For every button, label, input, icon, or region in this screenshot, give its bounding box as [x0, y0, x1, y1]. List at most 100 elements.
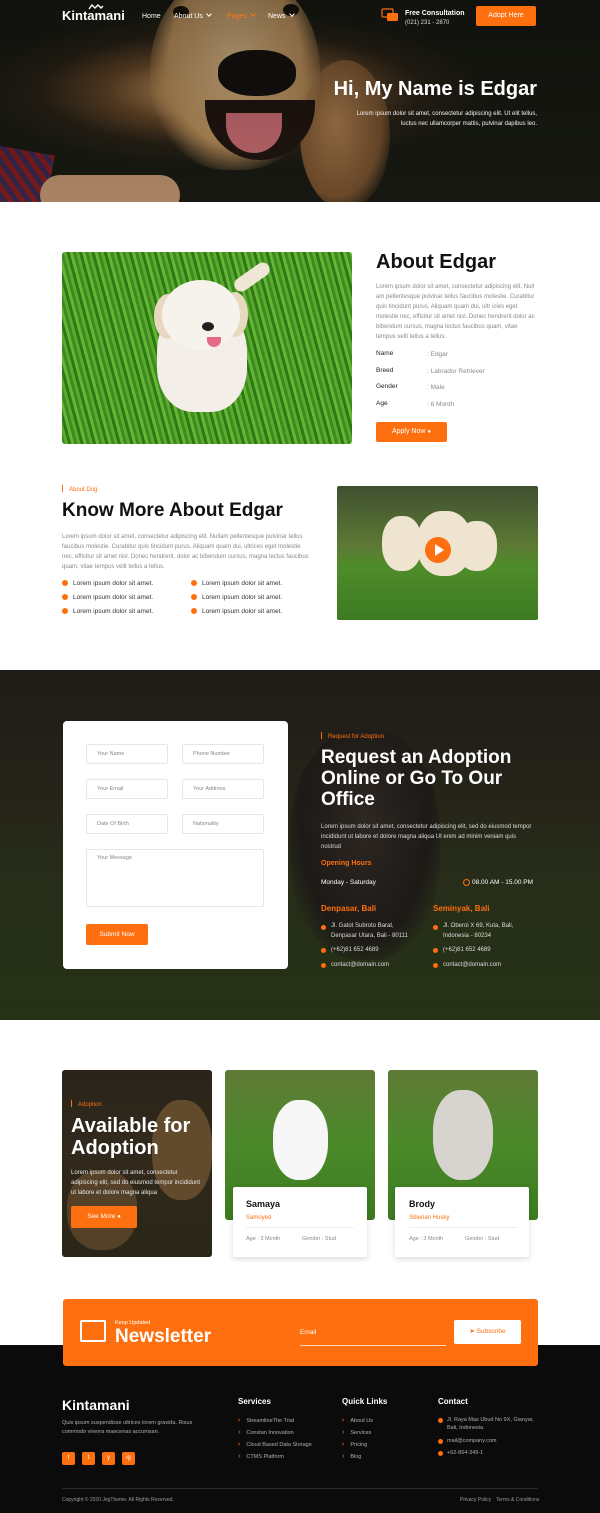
office-title-seminyak: Seminyak, Bali [433, 904, 490, 913]
footer-contact-title: Contact [438, 1397, 468, 1406]
office-title-denpasar: Denpasar, Bali [321, 904, 377, 913]
video-dog-1 [382, 516, 422, 571]
footer-link[interactable]: Services [342, 1429, 371, 1436]
detail-label-gender: Gender [376, 383, 398, 390]
clock-icon [463, 879, 470, 886]
adoption-title: Available for Adoption [71, 1115, 191, 1159]
subscribe-button[interactable]: ➤ Subscribe [454, 1320, 521, 1344]
pet-age: Age : 3 Month [246, 1236, 281, 1242]
copyright-text: Copyright © 2020 JegTheme. All Rights Re… [62, 1497, 174, 1503]
pet-name[interactable]: Samaya [246, 1199, 280, 1209]
office-email[interactable]: contact@domain.com [331, 960, 389, 970]
hero-title: Hi, My Name is Edgar [333, 78, 537, 100]
pet-breed: Samoyed [246, 1215, 272, 1221]
detail-value-breed: : Labrador Retriever [427, 368, 485, 375]
mail-icon [433, 963, 438, 968]
date-of-birth-field[interactable]: Date Of Birth [86, 814, 168, 834]
footer-link[interactable]: Cloud Based Data Storage [238, 1441, 311, 1448]
footer-email[interactable]: mail@company.com [447, 1437, 542, 1445]
footer-link[interactable]: About Us [342, 1417, 373, 1424]
see-more-button[interactable]: See More ● [71, 1206, 137, 1228]
list-item: Lorem ipsum dolor sit amet. [62, 594, 153, 601]
phone-icon [433, 948, 438, 953]
office-address-line: Denpasar Utara, Bali - 80111 [331, 933, 408, 939]
opening-hours-title: Opening Hours [321, 860, 372, 867]
location-pin-icon [438, 1418, 443, 1423]
pet-gender: Gender : Stud [465, 1236, 500, 1242]
office-phone[interactable]: (+62)81 652 4689 [443, 945, 491, 955]
chat-icon [381, 8, 398, 21]
send-icon: ➤ [469, 1328, 475, 1335]
message-field[interactable]: Your Message [86, 849, 264, 907]
footer-link[interactable]: Constan Innovation [238, 1429, 293, 1436]
newsletter-email-input[interactable]: Email [300, 1326, 446, 1346]
phone-icon [321, 948, 326, 953]
address-field[interactable]: Your Address [182, 779, 264, 799]
youtube-icon[interactable]: y [102, 1452, 115, 1465]
location-pin-icon [433, 925, 438, 930]
adoption-promo-overlay [62, 1070, 212, 1257]
name-field[interactable]: Your Name [86, 744, 168, 764]
pet-age: Age : 3 Month [409, 1236, 444, 1242]
know-more-text: Lorem ipsum dolor sit amet, consectetur … [62, 534, 309, 570]
footer-link[interactable]: Pricing [342, 1441, 367, 1448]
footer-phone[interactable]: +62-864-349-1 [447, 1449, 542, 1457]
pet-name[interactable]: Brody [409, 1199, 435, 1209]
consultation-phone[interactable]: (021) 231 - 2870 [405, 20, 449, 26]
pet-card-brody[interactable] [395, 1187, 529, 1257]
email-field[interactable]: Your Email [86, 779, 168, 799]
office-phone[interactable]: (+62)81 652 4689 [331, 945, 379, 955]
video-dog-3 [457, 521, 497, 571]
privacy-policy-link[interactable]: Privacy Policy [460, 1497, 491, 1503]
phone-field[interactable]: Phone Number [182, 744, 264, 764]
nationality-field[interactable]: Nationality [182, 814, 264, 834]
samoyed-dog [273, 1100, 328, 1180]
footer-link[interactable]: StreamlineThe Trial [238, 1417, 294, 1424]
footer-logo[interactable]: Kintamani [62, 1397, 130, 1413]
puppy-head [162, 280, 240, 350]
adopt-here-button[interactable]: Adopt Here [476, 6, 536, 26]
instagram-icon[interactable]: ig [122, 1452, 135, 1465]
paw-icon [191, 608, 197, 614]
paw-icon [62, 580, 68, 586]
nav-item-about-us[interactable]: About Us [174, 11, 212, 20]
pet-gender: Gender : Stud [302, 1236, 337, 1242]
site-logo[interactable]: Kintamani [62, 8, 125, 23]
hero-overlay [0, 0, 600, 202]
list-item-text: Lorem ipsum dolor sit amet. [73, 608, 154, 615]
terms-link[interactable]: Terms & Conditions [496, 1497, 539, 1503]
phone-icon [438, 1451, 443, 1456]
nav-item-news[interactable]: News [268, 11, 295, 20]
detail-label-name: Name [376, 350, 394, 357]
mail-icon [80, 1320, 106, 1342]
footer-link[interactable]: CTMS Platform [238, 1453, 284, 1460]
nav-item-label: Pages [227, 13, 247, 20]
pet-card-samaya[interactable] [233, 1187, 367, 1257]
apply-now-label: Apply Now [391, 428, 426, 435]
facebook-icon[interactable]: f [62, 1452, 75, 1465]
office-email[interactable]: contact@domain.com [443, 960, 501, 970]
see-more-label: See More [87, 1213, 116, 1220]
about-text: Lorem ipsum dolor sit amet, consectetur … [376, 284, 535, 340]
list-item: Lorem ipsum dolor sit amet. [62, 580, 153, 587]
section-tag: Adoption [71, 1100, 102, 1108]
nav-item-pages[interactable]: Pages [227, 11, 256, 20]
opening-time: 08.00 AM - 15.00 PM [472, 879, 534, 886]
list-item-text: Lorem ipsum dolor sit amet. [202, 608, 283, 615]
footer-link[interactable]: Blog [342, 1453, 361, 1460]
apply-now-button[interactable]: Apply Now ● [376, 422, 447, 442]
list-item: Lorem ipsum dolor sit amet. [191, 608, 282, 615]
twitter-icon[interactable]: t [82, 1452, 95, 1465]
list-item: Lorem ipsum dolor sit amet. [191, 594, 282, 601]
adoption-text: Lorem ipsum dolor sit amet, consectetur … [71, 1170, 201, 1196]
submit-button[interactable]: Submit Now [86, 924, 148, 945]
nav-item-home[interactable]: Home [142, 13, 161, 20]
chevron-down-icon [250, 11, 256, 17]
location-pin-icon [321, 925, 326, 930]
pet-breed: Siberian Husky [409, 1215, 450, 1221]
footer-address: Jl. Raya Mas Ubud No 9X, Gianyar, Bali, … [447, 1417, 534, 1431]
detail-label-age: Age [376, 400, 388, 407]
office-address-line: Jl. Gatot Subroto Barat, [331, 923, 394, 929]
play-icon [435, 544, 444, 556]
office-address-line: Jl. Oberoi X 69, Kuta, Bali, [443, 923, 514, 929]
